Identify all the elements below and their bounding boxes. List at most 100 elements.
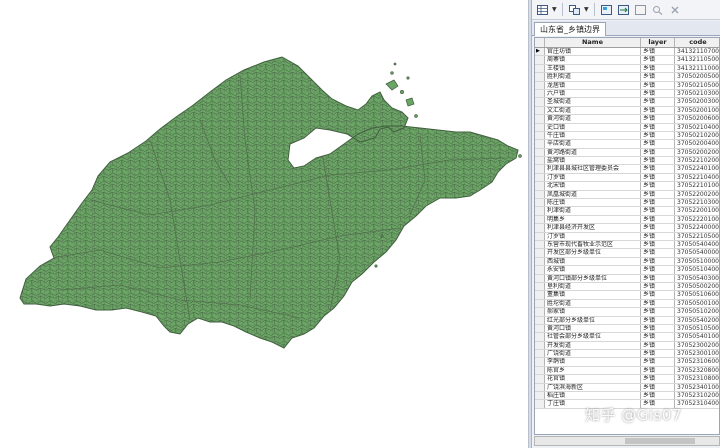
cell-name[interactable]: 周寨镇 [545, 56, 641, 64]
row-selector[interactable] [535, 366, 545, 375]
row-selector[interactable] [535, 173, 545, 182]
table-row[interactable]: 黄河口镇部分乡级单位 乡镇 370505403000 [535, 274, 719, 283]
cell-layer[interactable]: 乡镇 [641, 173, 675, 182]
zoom-to-selected-icon[interactable] [650, 2, 665, 17]
table-row[interactable]: 龙居镇 乡镇 370502105000 [535, 81, 719, 90]
cell-code[interactable]: 341321107000 [675, 48, 719, 55]
cell-code[interactable]: 370522104000 [675, 174, 719, 181]
select-by-attributes-icon[interactable] [599, 2, 614, 17]
cell-name[interactable]: 辛店街道 [545, 140, 641, 148]
table-row[interactable]: 永安镇 乡镇 370505104000 [535, 266, 719, 275]
row-selector[interactable] [535, 81, 545, 89]
horizontal-scrollbar[interactable] [534, 436, 720, 446]
cell-layer[interactable]: 乡镇 [641, 308, 675, 316]
row-selector[interactable] [535, 123, 545, 131]
row-selector[interactable] [535, 308, 545, 316]
switch-selection-icon[interactable] [616, 2, 631, 17]
cell-name[interactable]: 黄河路街道 [545, 148, 641, 157]
row-selector[interactable] [535, 157, 545, 165]
cell-layer[interactable]: 乡镇 [641, 224, 675, 232]
attribute-grid[interactable]: Name layer code ▶ 官庄坊镇 乡镇 341321107000 周寨镇 乡镇… [534, 37, 720, 435]
row-selector[interactable] [535, 73, 545, 81]
cell-layer[interactable]: 乡镇 [641, 140, 675, 148]
table-row[interactable]: 凤凰城街道 乡镇 370522002000 [535, 190, 719, 200]
cell-name[interactable]: 郝家镇 [545, 308, 641, 316]
cell-code[interactable]: 370502005000 [675, 73, 719, 80]
cell-name[interactable]: 史口镇 [545, 123, 641, 131]
cell-code[interactable]: 370522103000 [675, 199, 719, 206]
cell-layer[interactable]: 乡镇 [641, 157, 675, 165]
cell-name[interactable]: 黄河口镇部分乡级单位 [545, 274, 641, 282]
row-selector[interactable] [535, 140, 545, 148]
cell-layer[interactable]: 乡镇 [641, 48, 675, 56]
row-selector[interactable] [535, 299, 545, 308]
cell-layer[interactable]: 乡镇 [641, 274, 675, 282]
table-row[interactable]: 黄河路街道 乡镇 370502002000 [535, 148, 719, 158]
cell-code[interactable]: 370523002000 [675, 342, 719, 349]
cell-name[interactable]: 胜利街道 [545, 73, 641, 81]
cell-layer[interactable]: 乡镇 [641, 207, 675, 215]
cell-layer[interactable]: 乡镇 [641, 190, 675, 199]
cell-layer[interactable]: 乡镇 [641, 266, 675, 274]
cell-name[interactable]: 陈庄镇 [545, 199, 641, 207]
cell-code[interactable]: 370505100000 [675, 258, 719, 265]
cell-code[interactable]: 370502002000 [675, 149, 719, 156]
cell-name[interactable]: 社管会部分乡级单位 [545, 333, 641, 341]
cell-code[interactable]: 370502006000 [675, 115, 719, 122]
row-selector[interactable] [535, 165, 545, 173]
delete-selected-icon[interactable] [667, 2, 682, 17]
cell-layer[interactable]: 乡镇 [641, 333, 675, 341]
cell-code[interactable]: 370502103000 [675, 90, 719, 97]
table-row[interactable]: 董集镇 乡镇 370505106000 [535, 291, 719, 300]
cell-layer[interactable]: 乡镇 [641, 257, 675, 266]
row-selector[interactable] [535, 199, 545, 207]
cell-code[interactable]: 370522201000 [675, 216, 719, 223]
row-selector-header[interactable] [535, 38, 545, 47]
cell-layer[interactable]: 乡镇 [641, 199, 675, 207]
table-row[interactable]: 花官镇 乡镇 370523108000 [535, 375, 719, 384]
row-selector[interactable] [535, 333, 545, 341]
cell-name[interactable]: 西城镇 [545, 257, 641, 266]
row-selector[interactable] [535, 232, 545, 240]
cell-layer[interactable]: 乡镇 [641, 240, 675, 249]
row-selector[interactable] [535, 324, 545, 333]
cell-name[interactable]: 北宋镇 [545, 182, 641, 190]
cell-layer[interactable]: 乡镇 [641, 182, 675, 190]
table-row[interactable]: 牛庄镇 乡镇 370502102000 [535, 131, 719, 141]
cell-code[interactable]: 370523401000 [675, 384, 719, 391]
cell-name[interactable]: 明集乡 [545, 215, 641, 224]
cell-layer[interactable]: 乡镇 [641, 215, 675, 224]
cell-code[interactable]: 341321105000 [675, 56, 719, 63]
row-selector[interactable] [535, 190, 545, 199]
cell-layer[interactable]: 乡镇 [641, 324, 675, 333]
cell-name[interactable]: 利津街道 [545, 207, 641, 215]
column-header-layer[interactable]: layer [641, 38, 675, 47]
tab-layer-table[interactable]: 山东省_乡镇边界 [534, 22, 606, 36]
cell-layer[interactable]: 乡镇 [641, 115, 675, 123]
cell-layer[interactable]: 乡镇 [641, 366, 675, 375]
cell-code[interactable]: 370502003000 [675, 98, 719, 105]
cell-layer[interactable]: 乡镇 [641, 291, 675, 299]
cell-code[interactable]: 370505400000 [675, 249, 719, 256]
cell-code[interactable]: 370522102000 [675, 157, 719, 164]
row-selector[interactable] [535, 207, 545, 215]
row-selector[interactable] [535, 257, 545, 266]
column-header-code[interactable]: code [675, 38, 719, 47]
cell-name[interactable]: 王楼镇 [545, 64, 641, 73]
table-row[interactable]: 汀罗镇 乡镇 370522104000 [535, 173, 719, 183]
table-row[interactable]: 利津街道 乡镇 370522001000 [535, 207, 719, 216]
cell-code[interactable]: 370505001000 [675, 300, 719, 307]
cell-name[interactable]: 黄河口镇 [545, 324, 641, 333]
shandong-township-map[interactable] [0, 0, 528, 448]
row-selector[interactable] [535, 341, 545, 350]
cell-code[interactable]: 370522105000 [675, 233, 719, 240]
row-selector[interactable] [535, 148, 545, 157]
cell-layer[interactable]: 乡镇 [641, 358, 675, 366]
row-selector[interactable] [535, 182, 545, 190]
cell-name[interactable]: 六户镇 [545, 89, 641, 98]
cell-layer[interactable]: 乡镇 [641, 282, 675, 291]
horizontal-scrollbar-thumb[interactable] [625, 438, 695, 444]
cell-name[interactable]: 垦利街道 [545, 282, 641, 291]
table-row[interactable]: 开发街道 乡镇 370523002000 [535, 341, 719, 351]
table-row[interactable]: 王楼镇 乡镇 341321110000 [535, 64, 719, 74]
